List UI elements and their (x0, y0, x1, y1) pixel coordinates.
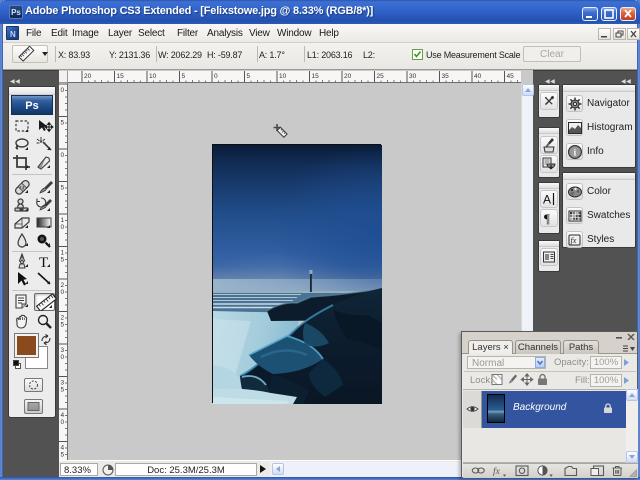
svg-text:4: 4 (61, 445, 65, 452)
svg-text:5: 5 (61, 120, 65, 127)
svg-text:20: 20 (344, 73, 352, 80)
svg-text:1: 1 (61, 217, 65, 224)
svg-text:5: 5 (61, 257, 65, 264)
svg-text:4: 4 (61, 412, 65, 419)
svg-text:0: 0 (61, 354, 65, 361)
svg-text:5: 5 (61, 387, 65, 394)
svg-text:fx: fx (571, 236, 577, 245)
svg-text:30: 30 (409, 73, 417, 80)
svg-text:10: 10 (279, 73, 287, 80)
svg-text:5: 5 (182, 73, 186, 80)
svg-text:0: 0 (61, 152, 65, 159)
svg-text:45: 45 (507, 73, 515, 80)
svg-text:5: 5 (61, 185, 65, 192)
svg-text:5: 5 (61, 452, 65, 459)
svg-text:A: A (543, 193, 551, 207)
svg-text:0: 0 (61, 224, 65, 231)
svg-text:0: 0 (214, 73, 218, 80)
svg-text:5: 5 (247, 73, 251, 80)
svg-text:1: 1 (61, 250, 65, 257)
svg-text:15: 15 (312, 73, 320, 80)
svg-text:¶: ¶ (544, 211, 550, 226)
svg-text:10: 10 (149, 73, 157, 80)
svg-text:20: 20 (84, 73, 92, 80)
svg-text:0: 0 (61, 419, 65, 426)
svg-text:35: 35 (442, 73, 450, 80)
svg-text:T: T (39, 255, 48, 270)
svg-text:25: 25 (377, 73, 385, 80)
svg-text:0: 0 (61, 289, 65, 296)
svg-text:3: 3 (61, 347, 65, 354)
svg-text:0: 0 (61, 87, 65, 94)
svg-text:fx: fx (493, 466, 501, 477)
svg-text:2: 2 (61, 282, 65, 289)
svg-text:15: 15 (117, 73, 125, 80)
svg-text:40: 40 (474, 73, 482, 80)
svg-text:3: 3 (61, 380, 65, 387)
svg-text:2: 2 (61, 315, 65, 322)
svg-text:5: 5 (61, 322, 65, 329)
